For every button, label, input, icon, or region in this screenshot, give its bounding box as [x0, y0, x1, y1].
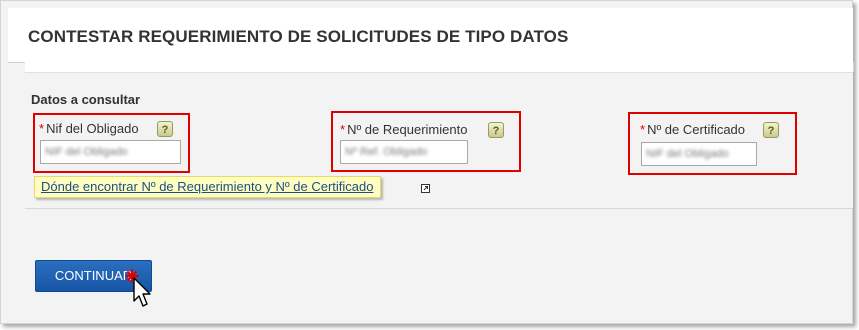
required-marker: *: [340, 122, 346, 137]
requerimiento-input-value: Nº Ref. Obligado: [345, 146, 428, 158]
certificado-field-label: * Nº de Certificado: [640, 122, 745, 137]
external-link-icon[interactable]: [421, 184, 430, 193]
certificado-input-value: NIF del Obligado: [646, 148, 729, 160]
mouse-cursor-icon: [125, 269, 151, 307]
help-link[interactable]: Dónde encontrar Nº de Requerimiento y Nº…: [34, 176, 381, 198]
nif-input[interactable]: NIF del Obligado: [40, 140, 181, 164]
help-question-icon[interactable]: ?: [488, 122, 504, 138]
certificado-input[interactable]: NIF del Obligado: [641, 142, 757, 166]
page-title: CONTESTAR REQUERIMIENTO DE SOLICITUDES D…: [28, 27, 569, 46]
requerimiento-input[interactable]: Nº Ref. Obligado: [340, 140, 468, 164]
nif-input-value: NIF del Obligado: [45, 146, 128, 158]
help-question-icon[interactable]: ?: [157, 121, 173, 137]
title-band: CONTESTAR REQUERIMIENTO DE SOLICITUDES D…: [8, 8, 853, 63]
nif-label-text: Nif del Obligado: [46, 121, 139, 136]
separator-strip: [25, 62, 854, 72]
requerimiento-label-text: Nº de Requerimiento: [347, 122, 468, 137]
requerimiento-field-label: * Nº de Requerimiento: [340, 122, 467, 137]
nif-field-label: * Nif del Obligado: [39, 121, 139, 136]
section-title: Datos a consultar: [31, 92, 141, 107]
required-marker: *: [39, 121, 45, 136]
required-marker: *: [640, 122, 646, 137]
certificado-label-text: Nº de Certificado: [647, 122, 746, 137]
help-question-icon[interactable]: ?: [763, 122, 779, 138]
